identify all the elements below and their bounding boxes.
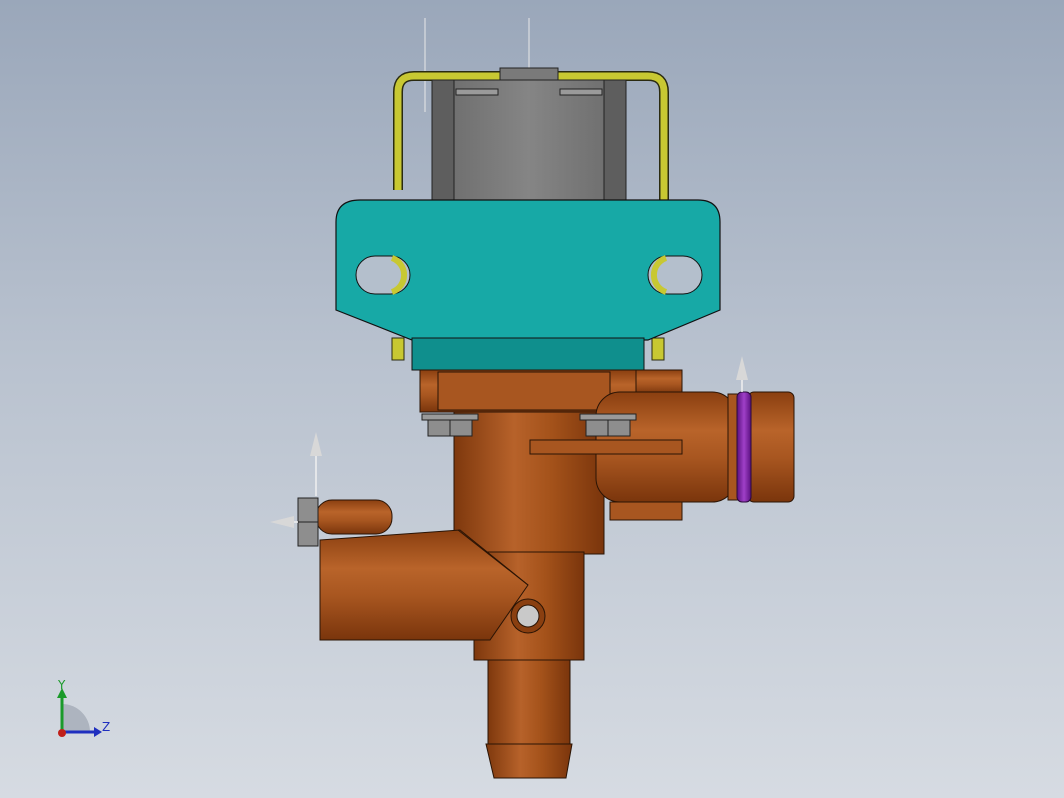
solenoid-valve-model[interactable] [0,0,1064,798]
graphics-viewport[interactable]: Y Z [0,0,1064,798]
orientation-triad [57,688,102,737]
o-ring[interactable] [736,391,752,503]
y-axis-label: Y [58,678,66,692]
coil-housing[interactable] [431,67,627,205]
valve-body[interactable] [315,369,795,779]
z-axis-label: Z [102,720,111,734]
